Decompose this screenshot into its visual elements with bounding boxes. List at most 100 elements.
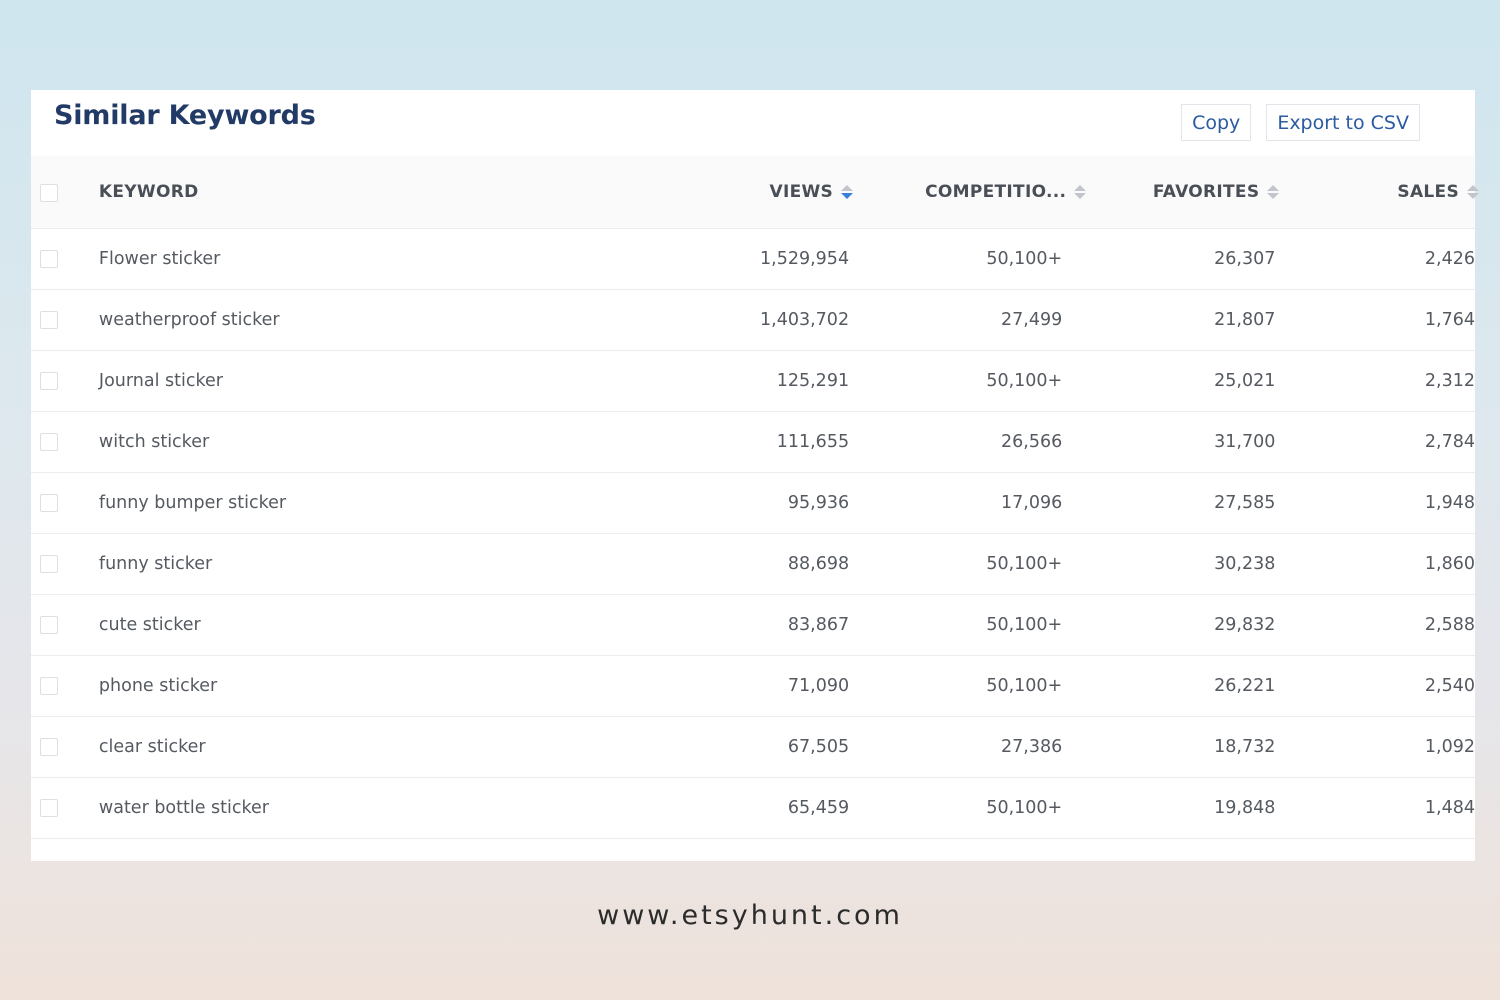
row-checkbox[interactable] <box>40 554 58 573</box>
table-row: weatherproof sticker 1,403,702 27,499 21… <box>31 289 1475 350</box>
favorites-cell: 25,021 <box>1214 370 1276 391</box>
site-watermark: www.etsyhunt.com <box>597 900 903 931</box>
header-actions: Copy Export to CSV <box>1181 104 1420 141</box>
row-checkbox[interactable] <box>40 432 58 451</box>
sort-icon[interactable] <box>841 184 854 199</box>
sales-cell: 2,312 <box>1424 370 1475 391</box>
keyword-cell[interactable]: witch sticker <box>99 411 684 472</box>
keyword-cell[interactable]: funny bumper sticker <box>99 472 684 533</box>
row-check-cell <box>31 350 99 411</box>
similar-keywords-card: Similar Keywords Copy Export to CSV KEYW… <box>31 90 1479 861</box>
favorites-cell: 19,848 <box>1214 797 1276 818</box>
row-checkbox[interactable] <box>40 798 58 817</box>
row-checkbox[interactable] <box>40 310 58 329</box>
competition-cell: 17,096 <box>1001 492 1063 513</box>
column-header-favorites[interactable]: FAVORITES <box>1062 156 1280 228</box>
export-csv-button[interactable]: Export to CSV <box>1266 104 1420 141</box>
competition-cell: 50,100+ <box>986 248 1063 269</box>
column-header-sales[interactable]: SALES <box>1275 156 1479 228</box>
keyword-cell[interactable]: water bottle sticker <box>99 777 684 838</box>
sales-cell: 2,426 <box>1424 248 1475 269</box>
select-all-cell <box>31 156 99 228</box>
sort-icon[interactable] <box>1267 184 1280 199</box>
row-checkbox[interactable] <box>40 676 58 695</box>
select-all-checkbox[interactable] <box>40 184 58 203</box>
favorites-cell: 27,585 <box>1214 492 1276 513</box>
sales-cell: 1,484 <box>1424 797 1475 818</box>
keyword-cell[interactable]: Journal sticker <box>99 350 684 411</box>
competition-cell: 50,100+ <box>986 797 1063 818</box>
row-check-cell <box>31 228 99 289</box>
row-check-cell <box>31 655 99 716</box>
row-checkbox[interactable] <box>40 371 58 390</box>
favorites-cell: 30,238 <box>1214 553 1276 574</box>
views-cell: 95,936 <box>787 492 850 513</box>
column-header-competition[interactable]: COMPETITIO... <box>849 156 1087 228</box>
views-cell: 1,403,702 <box>760 309 850 330</box>
page-title: Similar Keywords <box>54 100 316 131</box>
favorites-cell: 26,221 <box>1214 675 1276 696</box>
views-cell: 65,459 <box>787 797 850 818</box>
table-body: Flower sticker 1,529,954 50,100+ 26,307 … <box>31 228 1475 838</box>
table-header: KEYWORD VIEWS COMPETITIO... FAVORITES SA… <box>31 156 1479 228</box>
table-row: witch sticker 111,655 26,566 31,700 2,78… <box>31 411 1475 472</box>
row-check-cell <box>31 777 99 838</box>
keyword-cell[interactable]: Flower sticker <box>99 228 684 289</box>
column-label-favorites: FAVORITES <box>1152 181 1260 202</box>
favorites-cell: 31,700 <box>1214 431 1276 452</box>
views-cell: 88,698 <box>787 553 850 574</box>
row-check-cell <box>31 472 99 533</box>
views-cell: 1,529,954 <box>760 248 850 269</box>
column-label-keyword: KEYWORD <box>98 181 199 202</box>
row-check-cell <box>31 716 99 777</box>
views-cell: 83,867 <box>787 614 850 635</box>
row-check-cell <box>31 594 99 655</box>
favorites-cell: 18,732 <box>1214 736 1276 757</box>
sales-cell: 1,948 <box>1424 492 1475 513</box>
row-checkbox[interactable] <box>40 249 58 268</box>
table-row: clear sticker 67,505 27,386 18,732 1,092 <box>31 716 1475 777</box>
competition-cell: 27,499 <box>1001 309 1063 330</box>
row-check-cell <box>31 289 99 350</box>
sales-cell: 2,540 <box>1424 675 1475 696</box>
sales-cell: 1,092 <box>1424 736 1475 757</box>
sales-cell: 2,588 <box>1424 614 1475 635</box>
table-row: cute sticker 83,867 50,100+ 29,832 2,588 <box>31 594 1475 655</box>
competition-cell: 50,100+ <box>986 614 1063 635</box>
table-row: Journal sticker 125,291 50,100+ 25,021 2… <box>31 350 1475 411</box>
competition-cell: 50,100+ <box>986 675 1063 696</box>
table-row: funny sticker 88,698 50,100+ 30,238 1,86… <box>31 533 1475 594</box>
row-check-cell <box>31 533 99 594</box>
column-label-views: VIEWS <box>769 181 834 202</box>
column-label-competition: COMPETITIO... <box>925 181 1067 202</box>
competition-cell: 50,100+ <box>986 370 1063 391</box>
row-checkbox[interactable] <box>40 493 58 512</box>
keyword-cell[interactable]: cute sticker <box>99 594 684 655</box>
sales-cell: 1,764 <box>1424 309 1475 330</box>
keyword-cell[interactable]: weatherproof sticker <box>99 289 684 350</box>
column-header-views[interactable]: VIEWS <box>684 156 854 228</box>
views-cell: 111,655 <box>776 431 850 452</box>
table-row: Flower sticker 1,529,954 50,100+ 26,307 … <box>31 228 1475 289</box>
keyword-cell[interactable]: clear sticker <box>99 716 684 777</box>
favorites-cell: 26,307 <box>1214 248 1276 269</box>
table-row: water bottle sticker 65,459 50,100+ 19,8… <box>31 777 1475 838</box>
row-checkbox[interactable] <box>40 615 58 634</box>
favorites-cell: 29,832 <box>1214 614 1276 635</box>
favorites-cell: 21,807 <box>1214 309 1276 330</box>
table-row: phone sticker 71,090 50,100+ 26,221 2,54… <box>31 655 1475 716</box>
keyword-cell[interactable]: funny sticker <box>99 533 684 594</box>
views-cell: 71,090 <box>787 675 850 696</box>
column-label-sales: SALES <box>1397 181 1459 202</box>
card-header: Similar Keywords Copy Export to CSV <box>31 90 1475 156</box>
row-checkbox[interactable] <box>40 737 58 756</box>
table-header-row: KEYWORD VIEWS COMPETITIO... FAVORITES SA… <box>31 156 1479 228</box>
competition-cell: 27,386 <box>1001 736 1063 757</box>
keyword-cell[interactable]: phone sticker <box>99 655 684 716</box>
copy-button[interactable]: Copy <box>1181 104 1252 141</box>
keywords-table: KEYWORD VIEWS COMPETITIO... FAVORITES SA… <box>31 156 1479 839</box>
views-cell: 67,505 <box>787 736 850 757</box>
row-check-cell <box>31 411 99 472</box>
sort-icon[interactable] <box>1467 184 1479 199</box>
sort-icon[interactable] <box>1074 184 1087 199</box>
